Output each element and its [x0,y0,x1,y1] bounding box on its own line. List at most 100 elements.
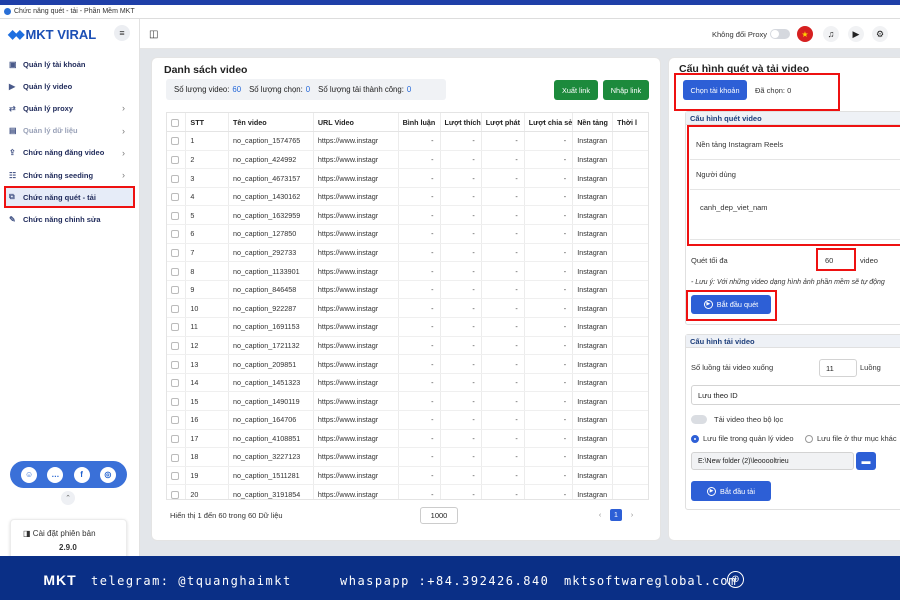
folder-path-input[interactable]: E:\New folder (2)\leooooltrieu [691,452,854,470]
table-row[interactable]: 14 no_caption_1451323 https://www.instagr -… [167,373,648,393]
table-row[interactable]: 7 no_caption_292733 https://www.instagr - - -… [167,243,648,263]
menu-icon[interactable]: ≡ [114,25,130,41]
row-checkbox[interactable] [171,249,179,257]
table-cell: no_caption_1721132 [228,336,314,356]
column-header[interactable]: Lượt thích [440,113,482,133]
proxy-toggle[interactable] [770,29,790,39]
play-circle-icon[interactable]: ▶ [848,26,864,42]
table-row[interactable]: 20 no_caption_3191854 https://www.instagr -… [167,484,648,499]
prev-page-button[interactable]: ‹ [594,509,606,521]
sidebar-item-8[interactable]: ✎ Chức năng chỉnh sửa [0,208,139,230]
filter-toggle[interactable] [691,415,707,424]
support-icon[interactable]: ☺ [21,466,38,483]
row-checkbox[interactable] [171,397,179,406]
start-scan-button[interactable]: ▶ Bắt đầu quét [691,295,771,314]
column-header[interactable]: STT [185,113,230,133]
row-checkbox[interactable] [171,211,179,220]
table-cell: 15 [185,391,230,411]
table-row[interactable]: 13 no_caption_209851 https://www.instagr - -… [167,354,648,374]
row-checkbox[interactable] [171,341,179,350]
count-success: 0 [406,85,412,94]
table-row[interactable]: 16 no_caption_164706 https://www.instagr - -… [167,410,648,430]
collapse-up-icon[interactable]: ⌃ [61,491,75,505]
sidebar-item-3[interactable]: ⇄ Quản lý proxy › [0,97,139,119]
chat-icon[interactable]: … [47,466,64,483]
footer-website: mktsoftwareglobal.com [564,574,737,588]
table-row[interactable]: 17 no_caption_4108851 https://www.instagr -… [167,429,648,449]
keyword-textarea[interactable]: canh_dep_viet_nam [690,190,900,240]
mode-select[interactable]: Người dùng [690,160,900,190]
radio-manage[interactable]: Lưu file trong quản lý video [691,434,794,444]
row-checkbox[interactable] [171,174,179,183]
row-checkbox[interactable] [171,416,179,425]
table-row[interactable]: 11 no_caption_1691153 https://www.instagr -… [167,317,648,337]
table-row[interactable]: 19 no_caption_1511281 https://www.instagr -… [167,466,648,486]
page-size-input[interactable]: 1000 [420,507,458,524]
table-row[interactable]: 4 no_caption_1430162 https://www.instagr - -… [167,187,648,207]
table-cell: - [398,484,441,499]
sidebar-item-7[interactable]: ⧉ Chức năng quét - tải [4,186,135,209]
row-checkbox[interactable] [171,434,179,443]
row-checkbox[interactable] [171,323,179,332]
sidebar-item-6[interactable]: ☷ Chức năng seeding › [0,164,139,186]
row-checkbox[interactable] [171,472,179,481]
row-checkbox[interactable] [171,490,179,499]
start-download-button[interactable]: ▶ Bắt đầu tải [691,481,771,501]
row-checkbox[interactable] [171,379,179,388]
export-link-button[interactable]: Xuất link [554,80,598,100]
radio-folder[interactable]: Lưu file ở thư mục khác [805,434,897,444]
row-checkbox[interactable] [171,453,179,462]
column-header[interactable]: Lượt phát [481,113,525,133]
table-row[interactable]: 2 no_caption_424992 https://www.instagr - - -… [167,150,648,170]
layout-toggle-icon[interactable]: ◫ [149,29,158,40]
table-row[interactable]: 12 no_caption_1721132 https://www.instagr -… [167,336,648,356]
table-row[interactable]: 8 no_caption_1133901 https://www.instagr - -… [167,261,648,281]
row-checkbox[interactable] [171,193,179,202]
max-scan-input[interactable]: 60 [825,256,833,265]
table-row[interactable]: 10 no_caption_922287 https://www.instagr - -… [167,298,648,319]
gear-icon[interactable]: ⚙ [872,26,888,42]
radio-folder-dot[interactable] [805,435,813,444]
choose-account-button[interactable]: Chọn tài khoản [683,80,747,100]
import-link-button[interactable]: Nhập link [603,80,649,100]
play-icon-download: ▶ [707,486,717,496]
table-row[interactable]: 15 no_caption_1490119 https://www.instagr -… [167,391,648,411]
table-row[interactable]: 6 no_caption_127850 https://www.instagr - - -… [167,224,648,244]
column-header[interactable]: URL Video [313,113,399,133]
flag-icon[interactable]: ★ [797,26,813,42]
next-page-button[interactable]: › [626,509,638,521]
sidebar-item-5[interactable]: ⇪ Chức năng đăng video › [0,142,139,164]
column-header[interactable]: Bình luận [398,113,441,133]
row-checkbox[interactable] [171,230,179,239]
sidebar-item-1[interactable]: ▣ Quản lý tài khoản [0,53,139,75]
radio-manage-dot[interactable] [691,435,699,444]
row-checkbox[interactable] [171,286,179,295]
folder-icon[interactable]: ▬ [856,452,876,470]
table-row[interactable]: 18 no_caption_3227123 https://www.instagr -… [167,447,648,467]
bell-icon[interactable]: ♫ [823,26,839,42]
table-row[interactable]: 9 no_caption_846458 https://www.instagr - - -… [167,280,648,300]
row-checkbox[interactable] [171,267,179,276]
table-row[interactable]: 5 no_caption_1632959 https://www.instagr - -… [167,205,648,226]
globe-icon[interactable]: ◎ [99,466,116,483]
threads-input[interactable]: 11 [819,359,857,377]
row-checkbox[interactable] [171,156,179,165]
column-header[interactable]: Nền tảng [572,113,614,133]
sidebar-item-4[interactable]: ▤ Quản lý dữ liệu › [0,120,139,142]
column-header[interactable]: Thời l [612,113,648,133]
table-row[interactable]: 1 no_caption_1574765 https://www.instagr - -… [167,131,648,151]
page-1-button[interactable]: 1 [610,509,622,521]
table-row[interactable]: 3 no_caption_4673157 https://www.instagr - -… [167,168,648,188]
row-checkbox[interactable] [171,360,179,369]
radio-manage-label: Lưu file trong quản lý video [703,434,794,443]
column-header[interactable]: Lượt chia sẻ [524,113,574,133]
row-checkbox[interactable] [171,137,179,146]
select-all-checkbox[interactable] [171,118,179,127]
column-header[interactable]: Tên video [228,113,314,133]
save-by-select[interactable]: Lưu theo ID [691,385,900,405]
table-cell: - [398,429,441,449]
platform-select[interactable]: Nền tảng Instagram Reels [690,130,900,160]
sidebar-item-2[interactable]: ▶ Quản lý video [0,75,139,97]
facebook-icon[interactable]: f [73,466,90,483]
row-checkbox[interactable] [171,304,179,313]
